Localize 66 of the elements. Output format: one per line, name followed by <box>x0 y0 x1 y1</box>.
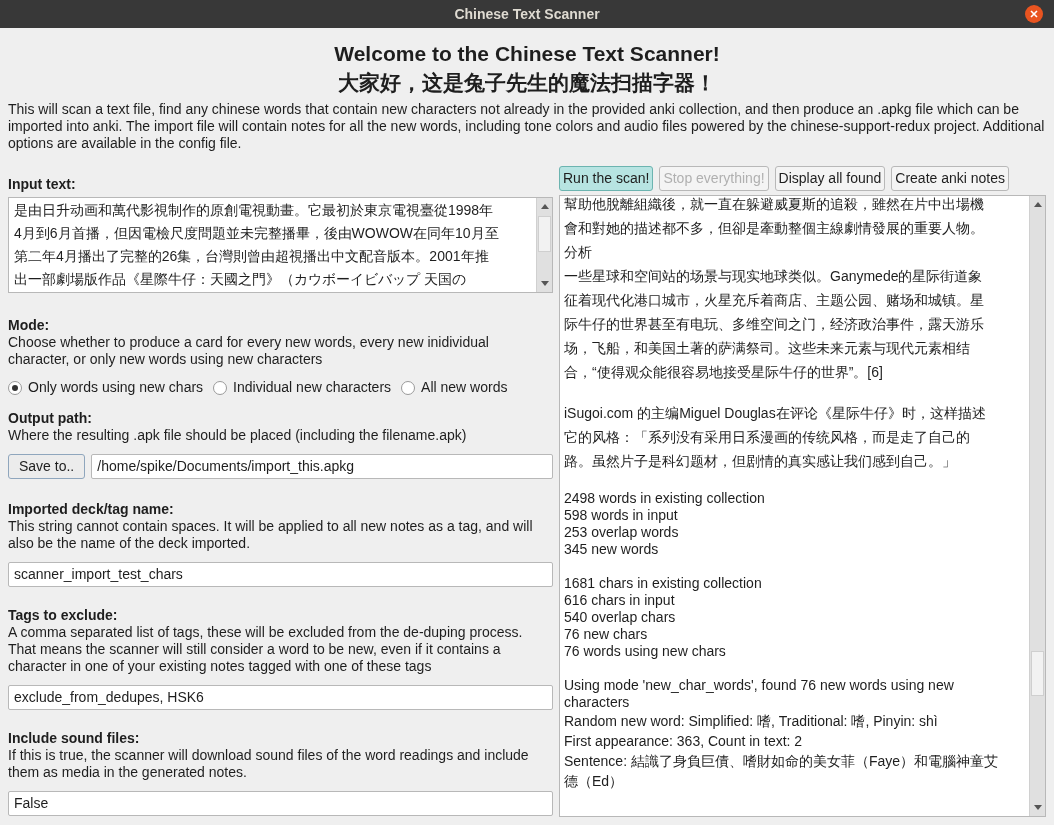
section-description: If this is true, the scanner will download sound files of the word readings and include them as media in the generated notes. <box>8 747 530 781</box>
radio-option[interactable]: Only words using new chars <box>8 377 204 398</box>
output-line: Using mode 'new_char_words', found 76 new words using new <box>564 677 955 694</box>
intro-paragraph: This will scan a text file, find any chinese words that contain new characters not already in the provided anki collection, and then produce an .apkg file which can be imported into anki. The import file will contain notes for all the new words, including tone colors and audio files powered by the chinese-support-redux project. Additional options are available in the config file. <box>7 100 1046 152</box>
text-line: 出一部劇場版作品《星際牛仔：天國之門》（カウボーイビバップ 天国の <box>14 270 467 289</box>
save-to-button[interactable]: Save to.. <box>8 454 86 479</box>
output-line: Random new word: Simplified: 嗜, Traditional: 嗜, Pinyin: shì <box>564 712 939 731</box>
scroll-up-icon[interactable] <box>541 204 549 209</box>
output-line: 它的风格：「系列没有采用日系漫画的传统风格，而是走了自己的 <box>564 428 971 447</box>
output-line: 345 new words <box>564 541 660 558</box>
text-line: 第二年4月播出了完整的26集，台灣則曾由超視播出中文配音版本。2001年推 <box>14 247 490 266</box>
output-line: 540 overlap chars <box>564 609 677 626</box>
output-line: 76 new chars <box>564 626 649 643</box>
output-line: 场，飞船，和美国土著的萨满祭司。这些未来元素与现代元素相结 <box>564 339 971 358</box>
output-line: Sentence: 結識了身負巨債、嗜財如命的美女菲（Faye）和電腦神童艾 <box>564 752 1000 771</box>
section-label: Include sound files: <box>8 730 141 747</box>
output-line: 會和對她的描述都不多，但卻是牽動整個主線劇情發展的重要人物。 <box>564 219 985 238</box>
action-button[interactable]: Display all found <box>774 166 886 191</box>
scrollbar[interactable] <box>536 198 552 292</box>
output-line: 598 words in input <box>564 507 679 524</box>
section-label: Tags to exclude: <box>8 607 119 624</box>
text-line: 是由日升动画和萬代影視制作的原創電視動畫。它最初於東京電視臺從1998年 <box>14 201 495 220</box>
output-line: 路。虽然片子是科幻题材，但剧情的真实感让我们感到自己。」 <box>564 452 957 471</box>
output-line: First appearance: 363, Count in text: 2 <box>564 732 804 751</box>
section-label: Input text: <box>8 176 77 193</box>
radio-option[interactable]: All new words <box>401 377 508 398</box>
section-label: Mode: <box>8 317 51 334</box>
scrollbar-thumb[interactable] <box>1031 651 1044 696</box>
output-line: 征着现代化港口城市，火星充斥着商店、主题公园、赌场和城镇。星 <box>564 291 985 310</box>
output-line: 一些星球和空间站的场景与现实地球类似。Ganymede的星际街道象 <box>564 267 984 286</box>
output-line: 76 words using new chars <box>564 643 727 660</box>
scrollbar-thumb[interactable] <box>538 216 551 252</box>
deck-name-field[interactable]: scanner_import_test_chars <box>8 562 553 587</box>
output-line: iSugoi.com 的主编Miguel Douglas在评论《星际牛仔》时，这样描述 <box>564 404 987 423</box>
action-button[interactable]: Create anki notes <box>891 166 1010 191</box>
scroll-up-icon[interactable] <box>1034 202 1042 207</box>
sound-files-field[interactable]: False <box>8 791 553 816</box>
output-line: 分析 <box>564 243 593 262</box>
text-line: 4月到6月首播，但因電檢尺度問題並未完整播畢，後由WOWOW在同年10月至 <box>14 224 500 243</box>
close-icon[interactable] <box>1025 5 1043 23</box>
section-description: Choose whether to produce a card for every new words, every new inidividual character, or only new words using new characters <box>8 334 490 368</box>
output-line: 际牛仔的世界甚至有电玩、多维空间之门，经济政治事件，露天游乐 <box>564 315 985 334</box>
section-description: A comma separated list of tags, these will be excluded from the de-duping process. That means the scanner will still consider a word to be new, even if it contains a character in one of your existing notes tagged with one of these tags <box>8 624 524 675</box>
section-label: Output path: <box>8 410 93 427</box>
section-description: Where the resulting .apk file should be placed (including the filename.apk) <box>8 427 468 444</box>
output-line: 253 overlap words <box>564 524 680 541</box>
action-button[interactable]: Run the scan! <box>559 166 654 191</box>
output-line: 德（Ed） <box>564 772 625 791</box>
output-path-field[interactable]: /home/spike/Documents/import_this.apkg <box>91 454 553 479</box>
window-title: Chinese Text Scanner <box>454 4 600 24</box>
scrollbar[interactable] <box>1029 196 1045 816</box>
page-subheading: 大家好，这是兔子先生的魔法扫描字器！ <box>338 70 716 96</box>
radio-option[interactable]: Individual new characters <box>213 377 392 398</box>
output-line: characters <box>564 694 631 711</box>
output-line: 1681 chars in existing collection <box>564 575 763 592</box>
section-description: This string cannot contain spaces. It will be applied to all new notes as a tag, and will also be the name of the deck imported. <box>8 518 534 552</box>
page-heading: Welcome to the Chinese Text Scanner! <box>334 41 720 67</box>
scroll-down-icon[interactable] <box>541 281 549 286</box>
output-line: 合，“使得观众能很容易地接受星际牛仔的世界”。[6] <box>564 363 884 382</box>
section-label: Imported deck/tag name: <box>8 501 175 518</box>
input-text-area[interactable]: 是由日升动画和萬代影視制作的原創電視動畫。它最初於東京電視臺從1998年 4月到6月首播，但因電檢尺度問題並未完整播畢，後由WOWOW在同年10月至 第二年4月播出了完整的26集，台灣則曾由超視播出中文配音版本。2001年推 出一部劇場版作品《星際牛仔：天國之門》（カウボーイビバップ 天国の <box>8 197 553 293</box>
output-line: 幫助他脫離組織後，就一直在躲避威夏斯的追殺，雖然在片中出場機 <box>564 195 985 214</box>
scroll-down-icon[interactable] <box>1034 805 1042 810</box>
output-line: 616 chars in input <box>564 592 676 609</box>
output-line: 2498 words in existing collection <box>564 490 766 507</box>
tags-exclude-field[interactable]: exclude_from_dedupes, HSK6 <box>8 685 553 710</box>
